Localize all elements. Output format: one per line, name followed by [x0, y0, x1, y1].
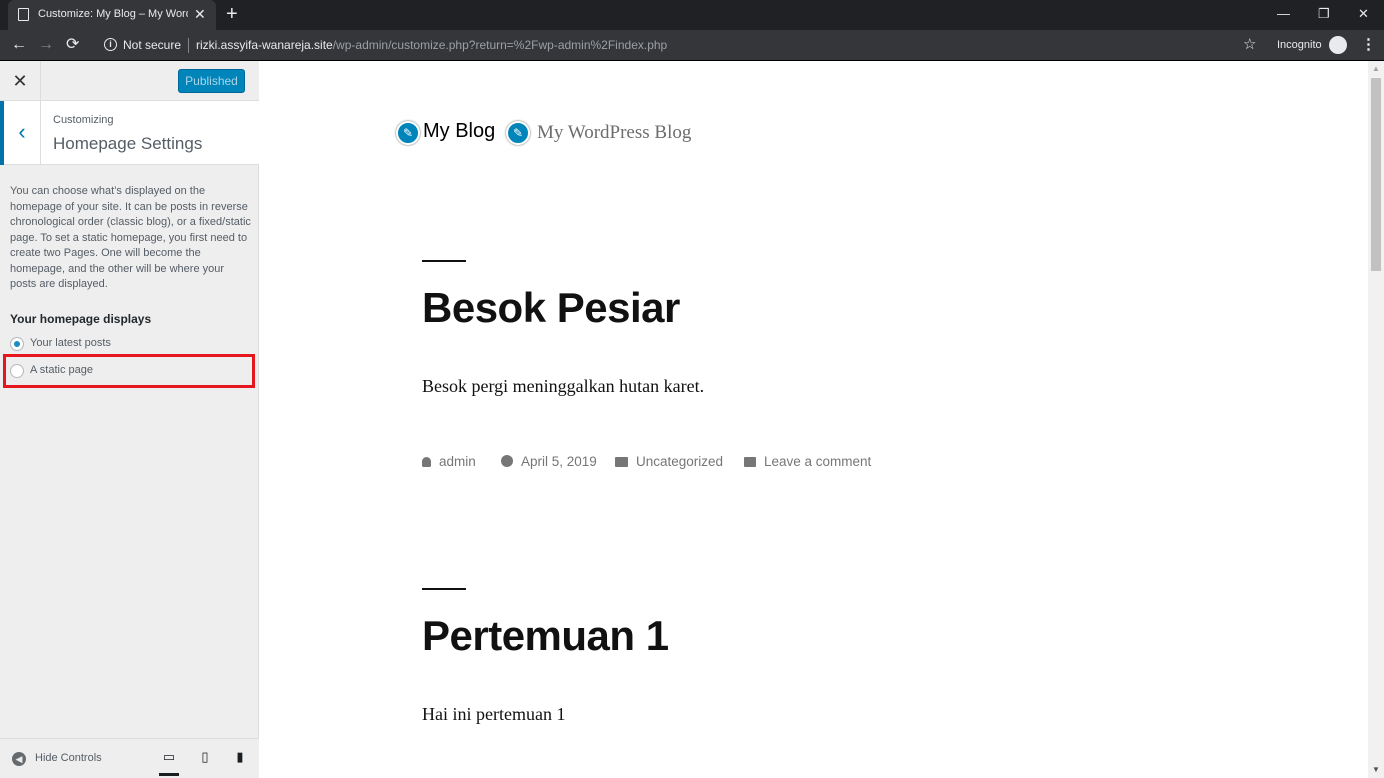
new-tab-icon[interactable]: + — [226, 4, 238, 24]
category-link[interactable]: Uncategorized — [636, 454, 723, 469]
post-title[interactable]: Besok Pesiar — [422, 284, 680, 332]
customizer-header: ✕ Published — [0, 61, 259, 101]
info-icon[interactable]: i — [104, 38, 117, 51]
incognito-icon[interactable] — [1329, 36, 1347, 54]
date-link[interactable]: April 5, 2019 — [521, 454, 597, 469]
highlight-box — [3, 354, 255, 388]
scroll-down-icon[interactable]: ▼ — [1372, 765, 1380, 774]
close-customizer-icon[interactable]: ✕ — [0, 61, 41, 101]
security-status[interactable]: Not secure — [123, 38, 181, 52]
incognito-label: Incognito — [1277, 39, 1322, 51]
url-field[interactable]: rizki.assyifa-wanareja.site/wp-admin/cus… — [196, 38, 667, 52]
browser-toolbar: ← → ⟳ i Not secure rizki.assyifa-wanarej… — [0, 30, 1384, 61]
edit-tagline-icon[interactable]: ✎ — [506, 121, 530, 145]
reload-icon[interactable]: ⟳ — [66, 36, 79, 54]
customizer-footer: ◀ Hide Controls ▭ ▯ ▮ — [0, 738, 259, 778]
tab-close-icon[interactable]: ✕ — [194, 6, 206, 22]
minimize-icon[interactable]: — — [1277, 6, 1290, 22]
post-title[interactable]: Pertemuan 1 — [422, 612, 669, 660]
post-comments[interactable]: Leave a comment — [744, 454, 871, 469]
mobile-preview-icon[interactable]: ▮ — [230, 749, 250, 769]
site-preview: ✎ My Blog ✎ My WordPress Blog Besok Pesi… — [260, 61, 1368, 778]
scroll-thumb[interactable] — [1371, 78, 1381, 271]
browser-tab[interactable]: Customize: My Blog – My WordP ✕ — [8, 0, 216, 30]
comment-link[interactable]: Leave a comment — [764, 454, 871, 469]
back-chevron-icon[interactable]: ‹ — [0, 101, 41, 165]
hide-controls-button[interactable]: Hide Controls — [35, 752, 102, 764]
browser-tab-strip: Customize: My Blog – My WordP ✕ + — ❐ ✕ — [0, 0, 1384, 30]
url-host: rizki.assyifa-wanareja.site — [196, 38, 333, 52]
customizer-sidebar: ✕ Published ‹ Customizing Homepage Setti… — [0, 61, 259, 778]
browser-menu-icon[interactable]: ⋮ — [1361, 35, 1376, 53]
tab-title: Customize: My Blog – My WordP — [38, 8, 188, 20]
hide-controls-icon[interactable]: ◀ — [12, 752, 26, 766]
page-icon — [18, 8, 29, 21]
url-path: /wp-admin/customize.php?return=%2Fwp-adm… — [332, 38, 668, 52]
tablet-preview-icon[interactable]: ▯ — [195, 749, 215, 769]
site-description: My WordPress Blog — [537, 122, 692, 143]
control-title: Your homepage displays — [10, 312, 152, 326]
post-excerpt: Besok pergi meninggalkan hutan karet. — [422, 376, 705, 396]
restore-icon[interactable]: ❐ — [1318, 6, 1330, 22]
folder-icon — [615, 457, 628, 467]
comment-icon — [744, 457, 756, 467]
post-author[interactable]: admin — [422, 454, 476, 469]
author-link[interactable]: admin — [439, 454, 476, 469]
post-category[interactable]: Uncategorized — [615, 454, 723, 469]
breadcrumb: Customizing — [53, 114, 114, 126]
edit-site-title-icon[interactable]: ✎ — [396, 121, 420, 145]
option-label[interactable]: Your latest posts — [30, 337, 111, 349]
section-header: ‹ Customizing Homepage Settings — [0, 101, 259, 165]
clock-icon — [501, 455, 513, 467]
preview-scrollbar[interactable]: ▲ ▼ — [1368, 61, 1384, 778]
section-description: You can choose what’s displayed on the h… — [10, 185, 251, 290]
site-title[interactable]: My Blog — [423, 120, 495, 143]
user-icon — [422, 457, 431, 467]
scroll-up-icon[interactable]: ▲ — [1372, 64, 1380, 73]
post-excerpt: Hai ini pertemuan 1 — [422, 704, 566, 724]
section-title: Homepage Settings — [53, 134, 203, 153]
publish-button[interactable]: Published — [178, 69, 245, 93]
post-date[interactable]: April 5, 2019 — [501, 454, 597, 469]
forward-arrow-icon[interactable]: → — [38, 36, 54, 54]
post-divider — [422, 260, 466, 262]
window-close-icon[interactable]: ✕ — [1358, 6, 1369, 22]
url-divider — [188, 38, 189, 53]
post-divider — [422, 588, 466, 590]
bookmark-star-icon[interactable]: ☆ — [1243, 35, 1256, 53]
back-arrow-icon[interactable]: ← — [11, 36, 27, 54]
radio-button-checked[interactable] — [10, 337, 24, 351]
desktop-preview-icon[interactable]: ▭ — [159, 749, 179, 776]
